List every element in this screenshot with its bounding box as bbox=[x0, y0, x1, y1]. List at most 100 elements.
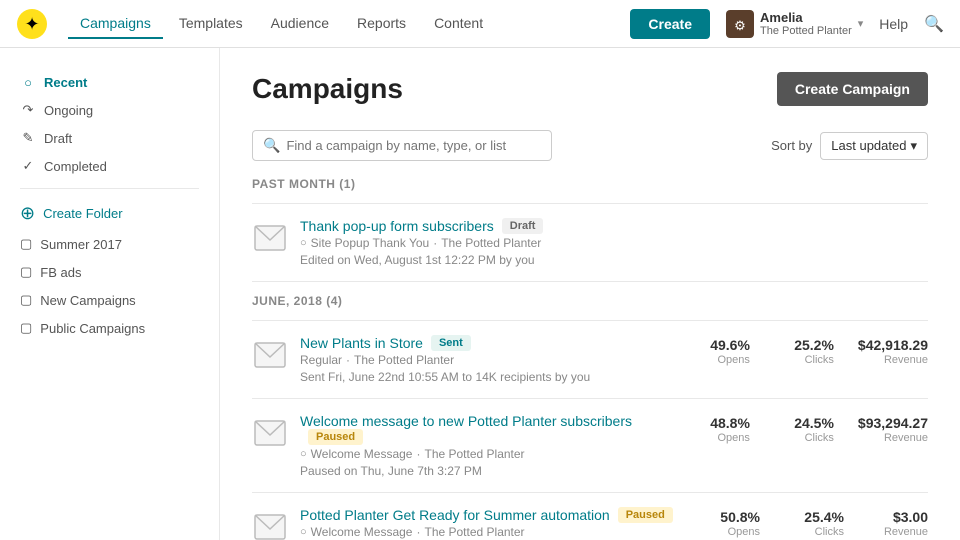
campaign-meta: Paused on Thu, June 7th 3:27 PM bbox=[300, 464, 678, 478]
folder-icon: ▢ bbox=[20, 292, 32, 308]
create-campaign-button[interactable]: Create Campaign bbox=[777, 72, 928, 106]
stat-label: Revenue bbox=[858, 432, 928, 444]
stat-label: Revenue bbox=[868, 526, 928, 538]
stat-value: 24.5% bbox=[774, 415, 834, 431]
campaign-name[interactable]: Thank pop-up form subscribers bbox=[300, 218, 494, 234]
stat-clicks: 25.2% Clicks bbox=[774, 337, 834, 366]
search-box[interactable]: 🔍 bbox=[252, 130, 552, 161]
campaign-subtype: ○ Welcome Message · The Potted Planter bbox=[300, 447, 678, 461]
sort-value: Last updated bbox=[831, 138, 906, 153]
content-area: Campaigns Create Campaign 🔍 Sort by Last… bbox=[220, 48, 960, 540]
search-box-icon: 🔍 bbox=[263, 137, 280, 154]
stat-value: 50.8% bbox=[700, 509, 760, 525]
sidebar-nav-section: ○ Recent ↷ Ongoing ✎ Draft ✓ Completed bbox=[0, 68, 219, 180]
help-link[interactable]: Help bbox=[879, 16, 908, 32]
sidebar-recent-label: Recent bbox=[44, 75, 87, 90]
stat-value: 25.4% bbox=[784, 509, 844, 525]
stat-label: Clicks bbox=[784, 526, 844, 538]
stat-value: 25.2% bbox=[774, 337, 834, 353]
stat-revenue: $3.00 Revenue bbox=[868, 509, 928, 538]
nav-reports[interactable]: Reports bbox=[345, 9, 418, 39]
stat-value: $93,294.27 bbox=[858, 415, 928, 431]
campaign-subtype: ○ Site Popup Thank You · The Potted Plan… bbox=[300, 236, 928, 250]
sidebar-folder-fbads[interactable]: ▢ FB ads bbox=[0, 258, 219, 286]
user-text: Amelia The Potted Planter bbox=[760, 10, 852, 37]
campaign-list-past-month: Thank pop-up form subscribers Draft ○ Si… bbox=[252, 203, 928, 282]
user-menu[interactable]: ⚙ Amelia The Potted Planter ▾ bbox=[726, 10, 863, 38]
clock-icon: ○ bbox=[20, 74, 36, 90]
table-row: New Plants in Store Sent Regular · The P… bbox=[252, 321, 928, 399]
nav-templates[interactable]: Templates bbox=[167, 9, 255, 39]
sidebar-completed-label: Completed bbox=[44, 159, 107, 174]
campaign-info: Potted Planter Get Ready for Summer auto… bbox=[300, 507, 688, 539]
nav-right: Create ⚙ Amelia The Potted Planter ▾ Hel… bbox=[630, 9, 944, 39]
status-badge: Paused bbox=[308, 429, 363, 445]
stat-label: Clicks bbox=[774, 432, 834, 444]
create-button[interactable]: Create bbox=[630, 9, 710, 39]
user-org: The Potted Planter bbox=[760, 25, 852, 37]
nav-links: Campaigns Templates Audience Reports Con… bbox=[68, 9, 630, 39]
campaign-subtype: ○ Welcome Message · The Potted Planter bbox=[300, 525, 688, 539]
campaign-list-june2018: New Plants in Store Sent Regular · The P… bbox=[252, 320, 928, 540]
user-icon: ⚙ bbox=[726, 10, 754, 38]
campaign-stats: 48.8% Opens 24.5% Clicks $93,294.27 Reve… bbox=[690, 413, 928, 444]
search-input[interactable] bbox=[286, 138, 541, 153]
table-row: Thank pop-up form subscribers Draft ○ Si… bbox=[252, 204, 928, 282]
status-badge: Paused bbox=[618, 507, 673, 523]
sort-select[interactable]: Last updated ▾ bbox=[820, 132, 928, 160]
stat-value: $42,918.29 bbox=[858, 337, 928, 353]
stat-clicks: 25.4% Clicks bbox=[784, 509, 844, 538]
sidebar-ongoing-label: Ongoing bbox=[44, 103, 93, 118]
campaign-name[interactable]: Welcome message to new Potted Planter su… bbox=[300, 413, 632, 429]
section-june2018-header: June, 2018 (4) bbox=[252, 294, 928, 312]
search-icon[interactable]: 🔍 bbox=[924, 14, 944, 34]
campaign-name[interactable]: New Plants in Store bbox=[300, 335, 423, 351]
search-sort-row: 🔍 Sort by Last updated ▾ bbox=[252, 130, 928, 161]
sidebar-item-completed[interactable]: ✓ Completed bbox=[0, 152, 219, 180]
status-badge: Sent bbox=[431, 335, 471, 351]
sidebar-item-recent[interactable]: ○ Recent bbox=[0, 68, 219, 96]
nav-content[interactable]: Content bbox=[422, 9, 495, 39]
sidebar-divider bbox=[20, 188, 199, 189]
nav-campaigns[interactable]: Campaigns bbox=[68, 9, 163, 39]
logo-icon[interactable]: ✦ bbox=[16, 8, 48, 40]
nav-audience[interactable]: Audience bbox=[259, 9, 341, 39]
ongoing-icon: ↷ bbox=[20, 102, 36, 118]
plus-icon: ⊕ bbox=[20, 203, 35, 224]
page-title: Campaigns bbox=[252, 73, 403, 105]
create-folder-button[interactable]: ⊕ Create Folder bbox=[0, 197, 219, 230]
stat-label: Clicks bbox=[774, 354, 834, 366]
campaign-subtype: Regular · The Potted Planter bbox=[300, 353, 678, 367]
campaign-meta: Sent Fri, June 22nd 10:55 AM to 14K reci… bbox=[300, 370, 678, 384]
folder-label: FB ads bbox=[40, 265, 81, 280]
stat-clicks: 24.5% Clicks bbox=[774, 415, 834, 444]
section-past-month-header: Past Month (1) bbox=[252, 177, 928, 195]
table-row: Potted Planter Get Ready for Summer auto… bbox=[252, 493, 928, 540]
campaign-info: New Plants in Store Sent Regular · The P… bbox=[300, 335, 678, 384]
campaign-stats: 49.6% Opens 25.2% Clicks $42,918.29 Reve… bbox=[690, 335, 928, 366]
completed-icon: ✓ bbox=[20, 158, 36, 174]
campaign-info: Thank pop-up form subscribers Draft ○ Si… bbox=[300, 218, 928, 267]
folder-label: Public Campaigns bbox=[40, 321, 145, 336]
stat-value: 49.6% bbox=[690, 337, 750, 353]
stat-value: $3.00 bbox=[868, 509, 928, 525]
campaign-email-icon bbox=[252, 509, 288, 540]
sidebar-folder-newcampaigns[interactable]: ▢ New Campaigns bbox=[0, 286, 219, 314]
sidebar-folder-summer2017[interactable]: ▢ Summer 2017 bbox=[0, 230, 219, 258]
stat-label: Opens bbox=[690, 354, 750, 366]
campaign-email-icon bbox=[252, 415, 288, 451]
campaign-email-icon bbox=[252, 337, 288, 373]
table-row: Welcome message to new Potted Planter su… bbox=[252, 399, 928, 493]
stat-label: Opens bbox=[690, 432, 750, 444]
campaign-stats: 50.8% Opens 25.4% Clicks $3.00 Revenue bbox=[700, 507, 928, 538]
campaign-email-icon bbox=[252, 220, 288, 256]
folder-label: Summer 2017 bbox=[40, 237, 122, 252]
stat-value: 48.8% bbox=[690, 415, 750, 431]
create-folder-label: Create Folder bbox=[43, 206, 122, 221]
campaign-name[interactable]: Potted Planter Get Ready for Summer auto… bbox=[300, 507, 610, 523]
campaign-meta: Edited on Wed, August 1st 12:22 PM by yo… bbox=[300, 253, 928, 267]
sidebar-folder-public[interactable]: ▢ Public Campaigns bbox=[0, 314, 219, 342]
main-layout: ○ Recent ↷ Ongoing ✎ Draft ✓ Completed ⊕… bbox=[0, 48, 960, 540]
sidebar-item-draft[interactable]: ✎ Draft bbox=[0, 124, 219, 152]
sidebar-item-ongoing[interactable]: ↷ Ongoing bbox=[0, 96, 219, 124]
